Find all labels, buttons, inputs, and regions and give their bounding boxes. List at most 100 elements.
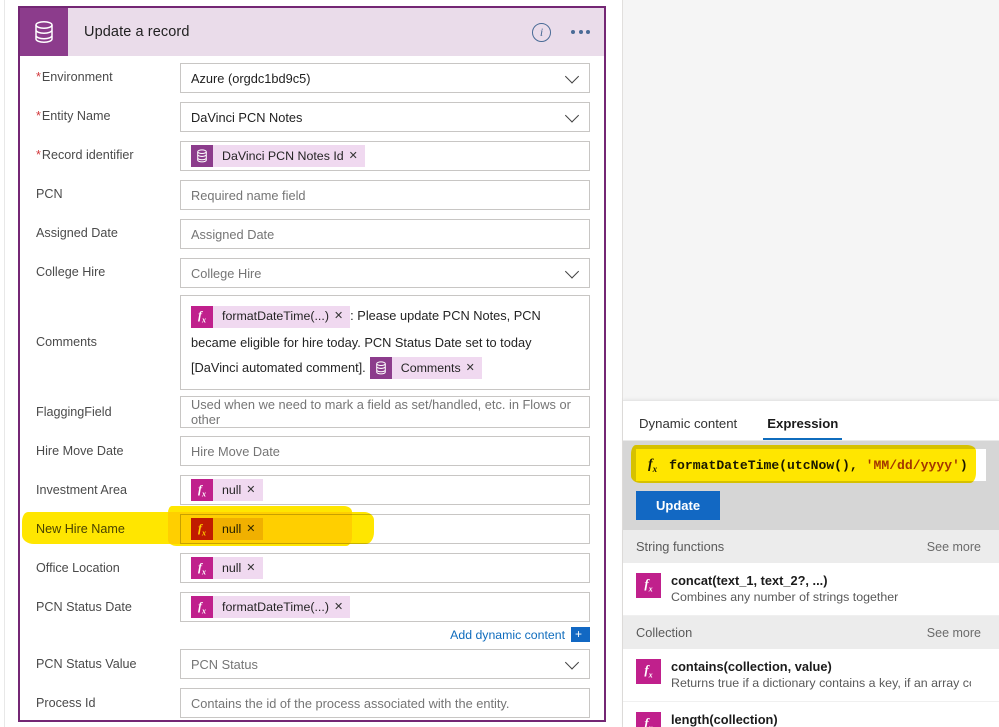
chevron-down-icon[interactable] (566, 658, 579, 671)
function-icon: fx (191, 518, 213, 541)
field-label: Hire Move Date (36, 443, 124, 458)
function-item-contains[interactable]: fx contains(collection, value) Returns t… (623, 649, 999, 702)
tab-expression[interactable]: Expression (763, 416, 843, 440)
ellipsis-icon[interactable] (569, 24, 592, 40)
function-list: String functions See more fx concat(text… (623, 530, 999, 727)
function-group-title: String functions (636, 539, 725, 554)
field-value: Azure (orgdc1bd9c5) (191, 70, 311, 86)
field-row-pcn-status-date: PCN Status Date fx formatDateTime(...) ✕ (20, 590, 604, 624)
function-name: concat(text_1, text_2?, ...) (671, 573, 828, 588)
function-name: length(collection) (671, 712, 778, 727)
token-chip[interactable]: fx formatDateTime(...) ✕ (191, 596, 351, 619)
investment-area-input[interactable]: fx null ✕ (180, 475, 590, 506)
token-chip[interactable]: fx formatDateTime(...) ✕ (191, 305, 351, 328)
expression-editor-area: fx formatDateTime(utcNow(), 'MM/dd/yyyy'… (623, 441, 999, 530)
chevron-down-icon[interactable] (566, 267, 579, 280)
function-text-block: length(collection) Returns the number of… (671, 711, 958, 727)
placeholder-text: Hire Move Date (191, 443, 280, 459)
new-hire-name-input[interactable]: fx null ✕ (180, 514, 590, 545)
required-asterisk: * (36, 148, 41, 163)
close-icon[interactable]: ✕ (348, 150, 365, 162)
function-text-block: contains(collection, value) Returns true… (671, 658, 971, 692)
expression-input[interactable]: fx formatDateTime(utcNow(), 'MM/dd/yyyy'… (636, 449, 986, 481)
add-dynamic-content-link[interactable]: Add dynamic content (450, 628, 565, 642)
function-description: Returns true if a dictionary contains a … (671, 676, 971, 691)
pcn-input[interactable]: Required name field (180, 180, 590, 210)
environment-dropdown[interactable]: Azure (orgdc1bd9c5) (180, 63, 590, 93)
token-chip[interactable]: fx null ✕ (191, 518, 263, 541)
chevron-down-icon[interactable] (566, 111, 579, 124)
function-group-header-string: String functions See more (623, 530, 999, 563)
function-item-concat[interactable]: fx concat(text_1, text_2?, ...) Combines… (623, 563, 999, 616)
close-icon[interactable]: ✕ (245, 562, 262, 574)
function-item-length[interactable]: fx length(collection) Returns the number… (623, 702, 999, 727)
see-more-link[interactable]: See more (927, 626, 981, 640)
field-label: *Environment (36, 70, 113, 85)
token-chip[interactable]: fx null ✕ (191, 557, 263, 580)
process-id-input[interactable]: Contains the id of the process associate… (180, 688, 590, 719)
token-label: formatDateTime(...) (222, 309, 329, 324)
tab-dynamic-content[interactable]: Dynamic content (637, 416, 739, 440)
function-icon: fx (191, 596, 213, 619)
token-label: formatDateTime(...) (222, 600, 329, 615)
field-row-process-id: Process Id Contains the id of the proces… (20, 686, 604, 720)
field-row-flaggingfield: FlaggingField Used when we need to mark … (20, 395, 604, 429)
close-icon[interactable]: ✕ (245, 523, 262, 535)
function-description: Combines any number of strings together (671, 590, 899, 605)
college-hire-dropdown[interactable]: College Hire (180, 258, 590, 288)
field-label: PCN Status Value (36, 656, 137, 671)
card-header: Update a record i (20, 8, 604, 56)
field-label: New Hire Name (36, 521, 125, 536)
token-chip[interactable]: DaVinci PCN Notes Id ✕ (191, 145, 365, 167)
required-asterisk: * (36, 109, 41, 124)
field-label: *Entity Name (36, 109, 111, 124)
function-icon: fx (636, 573, 661, 598)
field-label: Investment Area (36, 482, 128, 497)
dynamic-content-panel: Dynamic content Expression fx formatDate… (622, 0, 999, 727)
chevron-down-icon[interactable] (566, 72, 579, 85)
screen-root: Update a record i *Environment Azure (or… (0, 0, 999, 727)
add-dynamic-content-row: Add dynamic content + (20, 624, 604, 643)
field-label: College Hire (36, 265, 106, 280)
left-edge-rule (4, 0, 5, 727)
close-icon[interactable]: ✕ (333, 311, 350, 322)
function-name: contains(collection, value) (671, 659, 832, 674)
database-icon (369, 357, 392, 380)
record-identifier-input[interactable]: DaVinci PCN Notes Id ✕ (180, 141, 590, 171)
comments-input[interactable]: fx formatDateTime(...) ✕ : Please update… (180, 295, 590, 391)
field-row-pcn: PCN Required name field (20, 178, 604, 212)
placeholder-text: College Hire (191, 265, 262, 281)
field-row-office-location: Office Location fx null ✕ (20, 551, 604, 585)
expression-prefix: formatDateTime(utcNow(), (669, 457, 866, 473)
card-header-actions: i (532, 8, 592, 56)
panel-empty-area (623, 0, 999, 400)
entity-name-dropdown[interactable]: DaVinci PCN Notes (180, 102, 590, 132)
close-icon[interactable]: ✕ (245, 484, 262, 496)
placeholder-text: Assigned Date (191, 226, 275, 242)
expression-picker: Dynamic content Expression fx formatDate… (623, 400, 999, 727)
field-label: PCN (36, 187, 63, 202)
function-group-title: Collection (636, 625, 693, 640)
token-label: DaVinci PCN Notes Id (222, 149, 344, 163)
required-asterisk: * (36, 70, 41, 85)
placeholder-text: Used when we need to mark a field as set… (191, 397, 571, 428)
pcn-status-date-input[interactable]: fx formatDateTime(...) ✕ (180, 592, 590, 623)
flaggingfield-input[interactable]: Used when we need to mark a field as set… (180, 396, 590, 429)
assigned-date-input[interactable]: Assigned Date (180, 219, 590, 249)
add-dynamic-content-plus-button[interactable]: + (571, 627, 590, 643)
close-icon[interactable]: ✕ (333, 601, 350, 613)
office-location-input[interactable]: fx null ✕ (180, 553, 590, 584)
update-button[interactable]: Update (636, 491, 721, 520)
info-icon[interactable]: i (532, 22, 551, 42)
field-row-investment-area: Investment Area fx null ✕ (20, 473, 604, 507)
token-chip[interactable]: Comments ✕ (369, 357, 482, 380)
card-body: *Environment Azure (orgdc1bd9c5) *Entity… (20, 61, 604, 720)
pcn-status-value-dropdown[interactable]: PCN Status (180, 649, 590, 680)
see-more-link[interactable]: See more (927, 540, 981, 554)
token-chip[interactable]: fx null ✕ (191, 479, 263, 502)
function-icon: fx (648, 456, 658, 474)
close-icon[interactable]: ✕ (465, 362, 482, 374)
field-row-record-identifier: *Record identifier DaVinci PCN Notes Id (20, 139, 604, 173)
hire-move-date-input[interactable]: Hire Move Date (180, 436, 590, 467)
expression-suffix: ) (959, 457, 968, 473)
